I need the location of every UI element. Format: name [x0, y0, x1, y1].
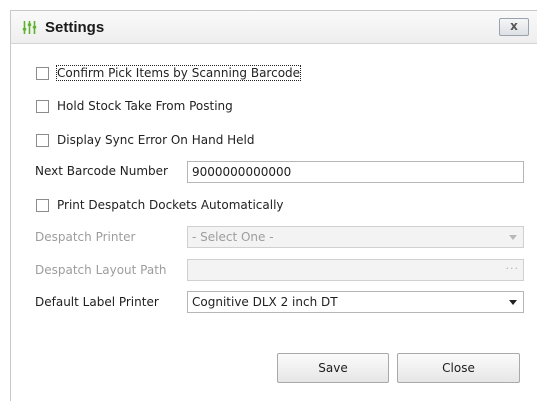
default-label-printer-value: Cognitive DLX 2 inch DT: [192, 295, 338, 309]
hold-stock-label[interactable]: Hold Stock Take From Posting: [57, 99, 233, 113]
browse-button[interactable]: ···: [506, 260, 520, 278]
confirm-pick-label[interactable]: Confirm Pick Items by Scanning Barcode: [55, 65, 302, 81]
hold-stock-checkbox[interactable]: [36, 99, 49, 113]
chevron-down-icon: [509, 300, 517, 305]
dialog-body: Confirm Pick Items by Scanning Barcode H…: [10, 44, 537, 401]
default-label-printer-select[interactable]: Cognitive DLX 2 inch DT: [187, 291, 524, 313]
print-despatch-option[interactable]: Print Despatch Dockets Automatically: [36, 196, 284, 214]
close-button[interactable]: Close: [397, 353, 520, 383]
title-bar: Settings x: [10, 10, 537, 44]
display-sync-option[interactable]: Display Sync Error On Hand Held: [36, 131, 254, 149]
next-barcode-input[interactable]: 9000000000000: [187, 161, 524, 183]
hold-stock-option[interactable]: Hold Stock Take From Posting: [36, 97, 233, 115]
save-button[interactable]: Save: [277, 353, 389, 383]
despatch-printer-label: Despatch Printer: [35, 230, 136, 244]
settings-dialog: Settings x Confirm Pick Items by Scannin…: [0, 0, 537, 401]
default-label-printer-label: Default Label Printer: [35, 295, 159, 309]
confirm-pick-checkbox[interactable]: [36, 66, 49, 80]
chevron-down-icon: [509, 235, 517, 240]
display-sync-label[interactable]: Display Sync Error On Hand Held: [57, 133, 254, 147]
despatch-layout-input[interactable]: ···: [187, 259, 524, 281]
print-despatch-checkbox[interactable]: [36, 198, 49, 212]
despatch-printer-select[interactable]: - Select One -: [187, 226, 524, 248]
close-window-button[interactable]: x: [499, 18, 529, 36]
sliders-icon: [22, 21, 37, 34]
next-barcode-label: Next Barcode Number: [35, 164, 168, 178]
despatch-printer-value: - Select One -: [192, 230, 274, 244]
confirm-pick-option[interactable]: Confirm Pick Items by Scanning Barcode: [36, 64, 302, 82]
display-sync-checkbox[interactable]: [36, 133, 49, 147]
print-despatch-label[interactable]: Print Despatch Dockets Automatically: [57, 198, 284, 212]
despatch-layout-label: Despatch Layout Path: [35, 263, 167, 277]
window-title: Settings: [45, 19, 105, 36]
